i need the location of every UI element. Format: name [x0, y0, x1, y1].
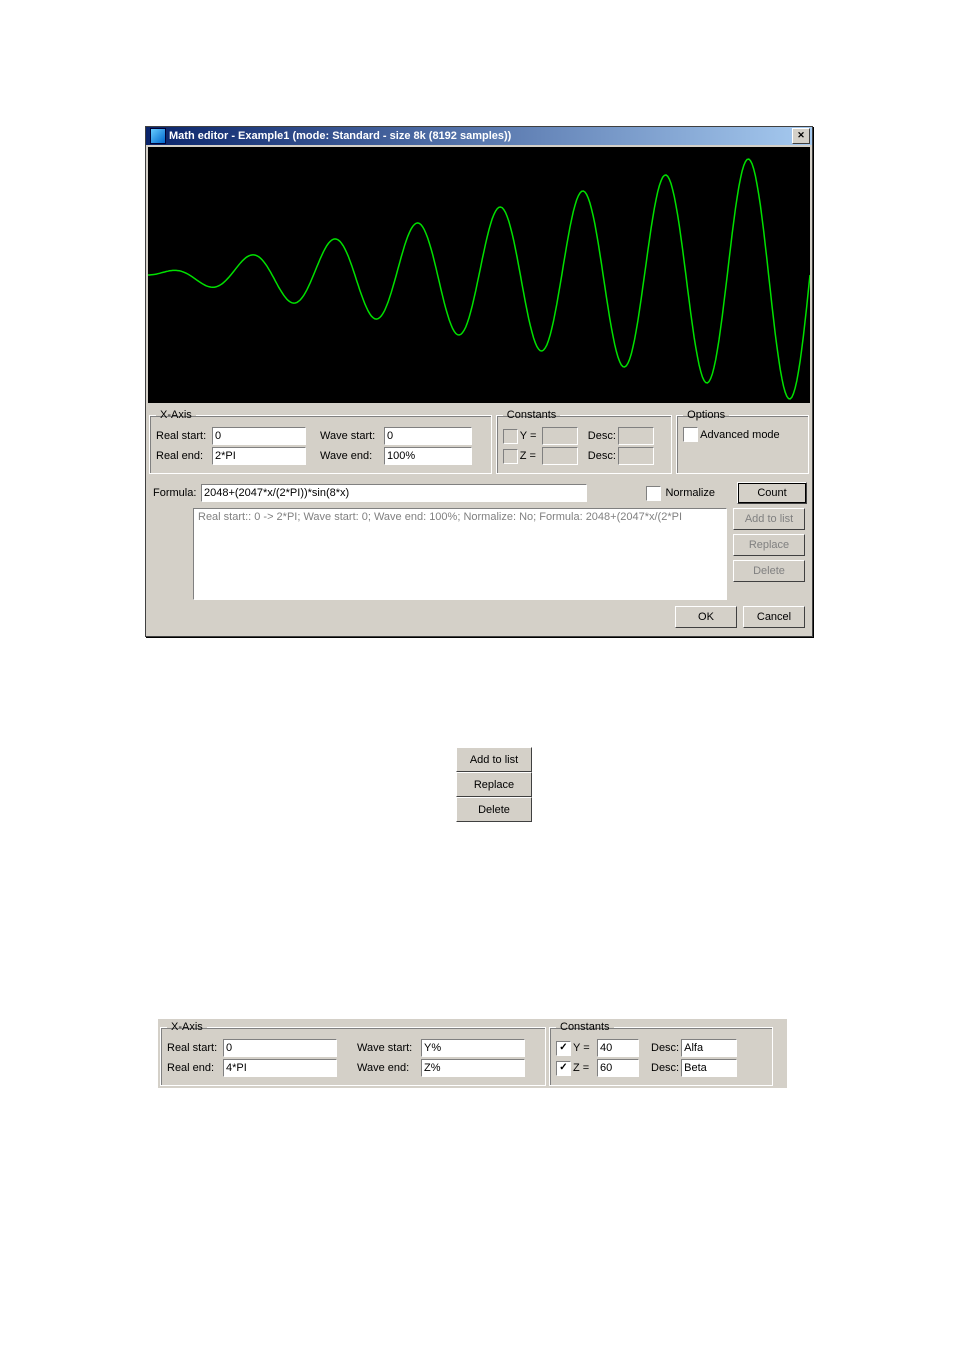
wave-end-input-2[interactable] [421, 1059, 525, 1077]
z-desc-input-2[interactable] [681, 1059, 737, 1077]
wave-end-label-2: Wave end: [357, 1062, 419, 1074]
cancel-button[interactable]: Cancel [743, 606, 805, 628]
normalize-label: Normalize [665, 487, 715, 499]
z-value-input-2[interactable] [597, 1059, 639, 1077]
close-button[interactable]: ✕ [792, 128, 810, 144]
count-button[interactable]: Count [737, 482, 807, 504]
replace-button[interactable]: Replace [733, 534, 805, 556]
xaxis-legend-2: X-Axis [167, 1021, 207, 1033]
real-end-input[interactable] [212, 447, 306, 465]
z-label-2: Z = [573, 1062, 595, 1074]
formula-label: Formula: [153, 487, 197, 499]
advanced-mode-checkbox[interactable] [683, 427, 698, 442]
advanced-mode-label: Advanced mode [700, 429, 780, 441]
z-checkbox [503, 449, 518, 464]
z-checkbox-2[interactable] [556, 1061, 571, 1076]
math-editor-window: Math editor - Example1 (mode: Standard -… [145, 126, 813, 637]
add-to-list-button[interactable]: Add to list [733, 508, 805, 530]
z-desc-input [618, 447, 654, 465]
window-title: Math editor - Example1 (mode: Standard -… [169, 130, 511, 142]
waveform-path [148, 159, 810, 399]
y-desc-input [618, 427, 654, 445]
wave-start-input-2[interactable] [421, 1039, 525, 1057]
real-end-label: Real end: [156, 450, 210, 462]
real-start-input[interactable] [212, 427, 306, 445]
titlebar: Math editor - Example1 (mode: Standard -… [146, 127, 812, 145]
z-label: Z = [520, 450, 540, 462]
waveform-plot [148, 147, 810, 403]
y-desc-input-2[interactable] [681, 1039, 737, 1057]
wave-start-input[interactable] [384, 427, 472, 445]
real-start-label-2: Real start: [167, 1042, 221, 1054]
xaxis-group: X-Axis Real start: Real end: [149, 409, 492, 474]
real-start-label: Real start: [156, 430, 210, 442]
options-group: Options Advanced mode [676, 409, 809, 474]
xaxis-legend: X-Axis [156, 409, 196, 421]
replace-button-2[interactable]: Replace [456, 772, 532, 797]
y-desc-label-2: Desc: [651, 1042, 679, 1054]
z-value-input [542, 447, 578, 465]
constants-group: Constants Y = Desc: Z = Desc: [496, 409, 672, 474]
wave-end-label: Wave end: [320, 450, 382, 462]
constants-legend-2: Constants [556, 1021, 614, 1033]
real-start-input-2[interactable] [223, 1039, 337, 1057]
add-to-list-button-2[interactable]: Add to list [456, 747, 532, 772]
y-checkbox-2[interactable] [556, 1041, 571, 1056]
list-item[interactable]: Real start:: 0 -> 2*PI; Wave start: 0; W… [198, 511, 722, 523]
y-value-input [542, 427, 578, 445]
y-checkbox [503, 429, 518, 444]
formula-input[interactable] [201, 484, 587, 502]
real-end-input-2[interactable] [223, 1059, 337, 1077]
ok-button[interactable]: OK [675, 606, 737, 628]
app-icon [150, 128, 166, 144]
wave-end-input[interactable] [384, 447, 472, 465]
constants-group-2: Constants Y = Desc: Z = Desc: [549, 1021, 773, 1086]
xaxis-group-2: X-Axis Real start: Real end: Wave start: [160, 1021, 546, 1086]
xaxis-constants-panel: X-Axis Real start: Real end: Wave start: [158, 1019, 787, 1088]
delete-button-2[interactable]: Delete [456, 797, 532, 822]
wave-start-label: Wave start: [320, 430, 382, 442]
z-desc-label: Desc: [588, 450, 616, 462]
y-label: Y = [520, 430, 540, 442]
history-listbox[interactable]: Real start:: 0 -> 2*PI; Wave start: 0; W… [193, 508, 727, 600]
button-stack: Add to list Replace Delete [456, 747, 532, 822]
delete-button[interactable]: Delete [733, 560, 805, 582]
normalize-checkbox[interactable] [646, 486, 661, 501]
y-value-input-2[interactable] [597, 1039, 639, 1057]
y-label-2: Y = [573, 1042, 595, 1054]
y-desc-label: Desc: [588, 430, 616, 442]
options-legend: Options [683, 409, 729, 421]
real-end-label-2: Real end: [167, 1062, 221, 1074]
wave-start-label-2: Wave start: [357, 1042, 419, 1054]
constants-legend: Constants [503, 409, 561, 421]
z-desc-label-2: Desc: [651, 1062, 679, 1074]
